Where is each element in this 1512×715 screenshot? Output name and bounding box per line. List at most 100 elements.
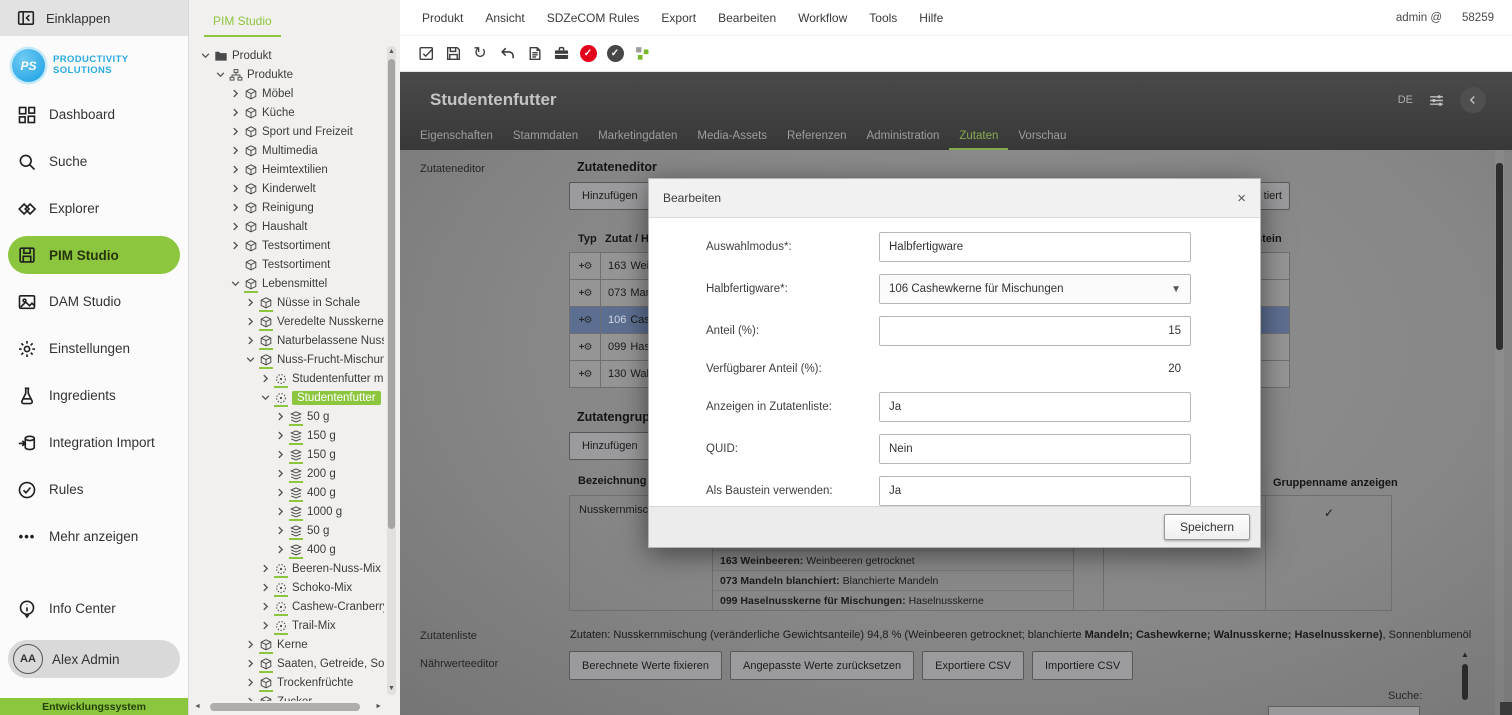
main-vertical-scrollbar[interactable] [1495,150,1504,715]
tree-node-400-g[interactable]: 400 g [189,483,384,502]
sidebar-item-einstellungen[interactable]: Einstellungen [0,325,188,372]
tree-expander-collapsed[interactable] [231,89,240,98]
tree-expander-collapsed[interactable] [276,412,285,421]
tree-expander-collapsed[interactable] [231,222,240,231]
menu-sdzecom-rules[interactable]: SDZeCOM Rules [536,11,651,25]
tree-node-produkte[interactable]: Produkte [189,65,384,84]
sidebar-item-dashboard[interactable]: Dashboard [0,91,188,138]
tree-node-kerne[interactable]: Kerne [189,635,384,654]
sidebar-item-mehr-anzeigen[interactable]: •••Mehr anzeigen [0,513,188,560]
tree-node-testsortiment[interactable]: Testsortiment [189,236,384,255]
tree-node-200-g[interactable]: 200 g [189,464,384,483]
toolbar-approved-red-icon-button[interactable]: ✓ [578,41,598,67]
menu-hilfe[interactable]: Hilfe [908,11,954,25]
tab-vorschau[interactable]: Vorschau [1008,130,1076,150]
sidebar-item-ingredients[interactable]: Ingredients [0,372,188,419]
tree-expander-collapsed[interactable] [261,564,270,573]
tree-expander-collapsed[interactable] [231,203,240,212]
tree-node-beeren-nuss-mix[interactable]: Beeren-Nuss-Mix [189,559,384,578]
scroll-left-arrow[interactable]: ◄ [194,702,201,712]
menu-ansicht[interactable]: Ansicht [474,11,535,25]
tree-node-nuss-frucht-mischung[interactable]: Nuss-Frucht-Mischung [189,350,384,369]
tree-expander-collapsed[interactable] [246,697,255,701]
exportiere-csv-button[interactable]: Exportiere CSV [922,651,1024,680]
tree-node-veredelte-nusskerne[interactable]: Veredelte Nusskerne & [189,312,384,331]
tree-node-sport-und-freizeit[interactable]: Sport und Freizeit [189,122,384,141]
tree-expander-collapsed[interactable] [276,488,285,497]
tree-expander-collapsed[interactable] [276,507,285,516]
tree-node-produkt[interactable]: Produkt [189,46,384,65]
tree-node-heimtextilien[interactable]: Heimtextilien [189,160,384,179]
add-group-button[interactable]: Hinzufügen [569,432,651,460]
sidebar-item-suche[interactable]: Suche [0,138,188,185]
sidebar-item-pim-studio[interactable]: PIM Studio [8,236,180,274]
tree-expander-collapsed[interactable] [246,298,255,307]
scrollbar-thumb[interactable] [210,703,360,711]
tab-administration[interactable]: Administration [857,130,950,150]
scroll-right-arrow[interactable]: ► [375,702,382,712]
tree-node-kueche[interactable]: Küche [189,103,384,122]
tree-expander-collapsed[interactable] [246,336,255,345]
tree-node-150-g[interactable]: 150 g [189,445,384,464]
tree-node-studentenfutter[interactable]: Studentenfutter [189,388,384,407]
tree-node-cashew-cranberry[interactable]: Cashew-Cranberry- [189,597,384,616]
tree-node-1000-g[interactable]: 1000 g [189,502,384,521]
tree-panel-tab-pim-studio[interactable]: PIM Studio [204,12,281,37]
tree-expander-collapsed[interactable] [246,640,255,649]
tree-expander-collapsed[interactable] [231,108,240,117]
tree-node-150-g[interactable]: 150 g [189,426,384,445]
tree-expander-expanded[interactable] [246,355,255,364]
tree-expander-collapsed[interactable] [276,526,285,535]
tree-node-nuesse-in-schale[interactable]: Nüsse in Schale [189,293,384,312]
tree-expander-expanded[interactable] [231,279,240,288]
tree-node-reinigung[interactable]: Reinigung [189,198,384,217]
tree-expander-collapsed[interactable] [231,127,240,136]
toolbar-save-icon-button[interactable] [443,41,463,67]
auswahlmodus-input[interactable] [879,232,1191,262]
collapse-panel-button[interactable] [1460,87,1486,113]
tab-stammdaten[interactable]: Stammdaten [503,130,588,150]
tree-expander-collapsed[interactable] [276,545,285,554]
tree-expander-collapsed[interactable] [231,146,240,155]
toolbar-briefcase-icon-button[interactable] [551,41,571,67]
tab-zutaten[interactable]: Zutaten [949,130,1008,150]
als-baustein-verwenden-input[interactable] [879,476,1191,506]
tree-expander-collapsed[interactable] [276,431,285,440]
tree-expander-collapsed[interactable] [261,583,270,592]
scrollbar-thumb[interactable] [1462,664,1468,700]
sidebar-item-rules[interactable]: Rules [0,466,188,513]
tree-vertical-scrollbar[interactable]: ▲ ▼ [387,46,396,695]
halbfertigware-select[interactable]: 106 Cashewkerne für Mischungen ▼ [879,274,1191,304]
anteil-input[interactable] [879,316,1191,346]
scroll-down-arrow[interactable]: ▼ [387,684,396,694]
anzeigen-in-zutatenliste-input[interactable] [879,392,1191,422]
tree-node-lebensmittel[interactable]: Lebensmittel [189,274,384,293]
scroll-up-arrow[interactable]: ▲ [387,47,396,57]
save-button[interactable]: Speichern [1164,514,1250,540]
tree-expander-collapsed[interactable] [231,241,240,250]
tree-node-haushalt[interactable]: Haushalt [189,217,384,236]
tree-node-trail-mix[interactable]: Trail-Mix [189,616,384,635]
tree-expander-expanded[interactable] [261,393,270,402]
tree-node-testsortiment[interactable]: Testsortiment [189,255,384,274]
tab-eigenschaften[interactable]: Eigenschaften [410,130,503,150]
toolbar-refresh-icon-button[interactable]: ↻ [470,41,490,67]
berechnete-werte-fixieren-button[interactable]: Berechnete Werte fixieren [569,651,722,680]
tab-referenzen[interactable]: Referenzen [777,130,856,150]
user-menu[interactable]: AA Alex Admin [8,640,180,678]
scrollbar-thumb[interactable] [1496,163,1503,350]
close-icon[interactable]: × [1237,191,1246,206]
scroll-up-arrow[interactable]: ▲ [1461,650,1469,660]
toolbar-structure-icon-button[interactable] [632,41,652,67]
tree-expander-collapsed[interactable] [261,621,270,630]
tree-expander-collapsed[interactable] [246,678,255,687]
menu-workflow[interactable]: Workflow [787,11,858,25]
menu-bearbeiten[interactable]: Bearbeiten [707,11,787,25]
tree-node-naturbelassene-nussk[interactable]: Naturbelassene Nussk [189,331,384,350]
tree-node-moebel[interactable]: Möbel [189,84,384,103]
tree-node-studentenfutter-mi[interactable]: Studentenfutter mi [189,369,384,388]
sidebar-item-info-center[interactable]: Info Center [0,585,188,632]
tree-node-saaten-getreide-sons[interactable]: Saaten, Getreide, Sons [189,654,384,673]
sidebar-item-integration-import[interactable]: Integration Import [0,419,188,466]
scrollbar-thumb[interactable] [388,59,395,529]
